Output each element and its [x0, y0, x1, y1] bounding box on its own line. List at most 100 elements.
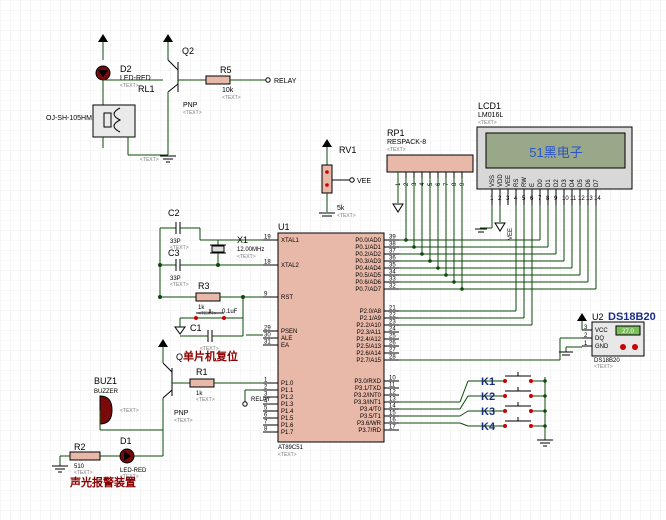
lcd1-pin-number: 12: [578, 196, 585, 202]
x1-crystal: [211, 245, 225, 253]
u1-pin-number: 24: [389, 327, 396, 333]
u1-pin-name: P3.7/RD: [358, 428, 381, 434]
u1-microcontroller: U1 AT89C51 <TEXT> 19XTAL118XTAL29RST29PS…: [263, 222, 399, 458]
rv1-tag: <TEXT>: [337, 213, 356, 219]
u1-pin-number: 13: [389, 397, 396, 403]
q1-ref: Q: [176, 352, 183, 362]
lcd1-pin-name: D2: [554, 179, 560, 187]
u1-pin-name: P2.7/A15: [356, 358, 381, 364]
u1-pin-number: 30: [264, 333, 271, 339]
x1-value: 12.00MHz: [237, 247, 264, 253]
u1-pin-name: XTAL2: [281, 263, 300, 269]
lcd1-vee-net: VEE: [508, 228, 514, 240]
u1-pin-number: 12: [389, 390, 396, 396]
u2-pin-name: DQ: [595, 336, 604, 342]
lcd1-pin-name: D3: [562, 179, 568, 187]
u1-pin-name: P2.1/A9: [360, 316, 382, 322]
u1-pin-name: P0.4/AD4: [355, 266, 381, 272]
r3-ref: R3: [198, 281, 210, 291]
u1-pin-name: P1.5: [281, 416, 294, 422]
u1-pin-number: 15: [389, 411, 396, 417]
u1-tag: <TEXT>: [278, 452, 297, 458]
u1-pin-number: 36: [389, 256, 396, 262]
r5-tag: <TEXT>: [222, 95, 241, 101]
rv1-ref: RV1: [339, 145, 356, 155]
x1-tag: <TEXT>: [237, 254, 256, 260]
q1-value: PNP: [174, 410, 189, 417]
c3-tag: <TEXT>: [170, 282, 189, 288]
buz1-value: BUZZER: [94, 389, 119, 395]
u1-pin-name: P1.0: [281, 381, 294, 387]
u1-pin-name: P2.5/A13: [356, 344, 381, 350]
u2-part: DS18B20: [608, 311, 656, 323]
lcd1-pin-number: 10: [562, 196, 569, 202]
u1-pin-name: P1.1: [281, 388, 294, 394]
lcd1-pin-number: 14: [594, 196, 601, 202]
p11-relay-net: RELAY: [251, 397, 270, 403]
u1-pin-number: 39: [389, 235, 396, 241]
lcd1-pin-name: D1: [546, 179, 552, 187]
buz1-tag: <TEXT>: [120, 408, 139, 414]
d1-ref: D1: [120, 436, 132, 446]
u1-pin-name: P2.6/A14: [356, 351, 381, 357]
r1-tag: <TEXT>: [196, 397, 215, 403]
u2-pin-name: GND: [595, 344, 609, 350]
u1-pin-name: P3.1/TXD: [355, 386, 382, 392]
rl1-tag: <TEXT>: [140, 157, 159, 163]
alarm-title: 声光报警装置: [69, 475, 136, 489]
u1-pin-name: PSEN: [281, 329, 297, 335]
r5-ref: R5: [220, 65, 232, 75]
u1-pin-number: 23: [389, 320, 396, 326]
rp1-ref: RP1: [387, 128, 405, 138]
u1-pin-name: P1.7: [281, 430, 294, 436]
u1-pin-number: 35: [389, 263, 396, 269]
u1-pin-number: 38: [389, 242, 396, 248]
u1-pin-name: P3.3/INT1: [354, 400, 382, 406]
u1-pin-number: 27: [389, 348, 396, 354]
r2-resistor: [69, 451, 101, 461]
q2-ref: Q2: [182, 46, 194, 56]
lcd1-pin-name: D7: [594, 179, 600, 187]
d2-value: LED-RED: [120, 75, 151, 82]
x1-ref: X1: [237, 235, 248, 245]
u1-pin-name: P0.6/AD6: [355, 280, 381, 286]
lcd1-pin-number: 11: [570, 196, 577, 202]
u1-pin-name: P1.6: [281, 423, 294, 429]
u1-pin-number: 34: [389, 270, 396, 276]
u1-pin-name: P3.4/T0: [360, 407, 382, 413]
lcd1-pin-name: VDD: [498, 174, 504, 187]
u1-pin-number: 16: [389, 418, 396, 424]
u1-pin-number: 28: [389, 355, 396, 361]
u1-pin-number: 14: [389, 404, 396, 410]
q2-tag: <TEXT>: [183, 110, 202, 116]
r3-resistor: [195, 292, 221, 302]
buz1-ref: BUZ1: [94, 376, 117, 386]
u2-reading: 27.0: [622, 329, 634, 335]
u1-pin-name: P3.2/INT0: [354, 393, 382, 399]
schematic-canvas: D2 LED-RED <TEXT> RL1 OJ-SH-105HM <TEXT>…: [0, 0, 666, 520]
r1-ref: R1: [196, 367, 208, 377]
rl1-value: OJ-SH-105HM: [46, 115, 92, 122]
lcd1-pin-name: D6: [586, 179, 592, 187]
u2-ref: U2: [592, 312, 604, 322]
lcd1-pin-name: E: [530, 183, 536, 187]
reset-title: 单片机复位: [183, 349, 238, 363]
q1-tag: <TEXT>: [174, 418, 193, 424]
r5-value: 10k: [222, 87, 234, 94]
key-label: K4: [481, 421, 496, 433]
u1-pin-name: P3.6/WR: [357, 421, 382, 427]
u1-pin-number: 37: [389, 249, 396, 255]
u1-pin-number: 29: [264, 326, 271, 332]
u1-pin-number: 33: [389, 277, 396, 283]
u1-pin-name: P0.2/AD2: [355, 252, 381, 258]
u1-pin-name: P0.7/AD7: [355, 287, 381, 293]
key-label: K2: [481, 391, 495, 403]
c1-ref: C1: [190, 323, 202, 333]
u2-tag: <TEXT>: [594, 364, 613, 370]
rl1-relay-box: [92, 104, 136, 138]
u1-pin-name: P2.2/A10: [356, 323, 381, 329]
u1-pin-name: P3.5/T1: [360, 414, 382, 420]
lcd1-pin-number: 13: [586, 196, 593, 202]
lcd1-value: LM016L: [478, 112, 503, 119]
c3-ref: C3: [168, 248, 180, 258]
